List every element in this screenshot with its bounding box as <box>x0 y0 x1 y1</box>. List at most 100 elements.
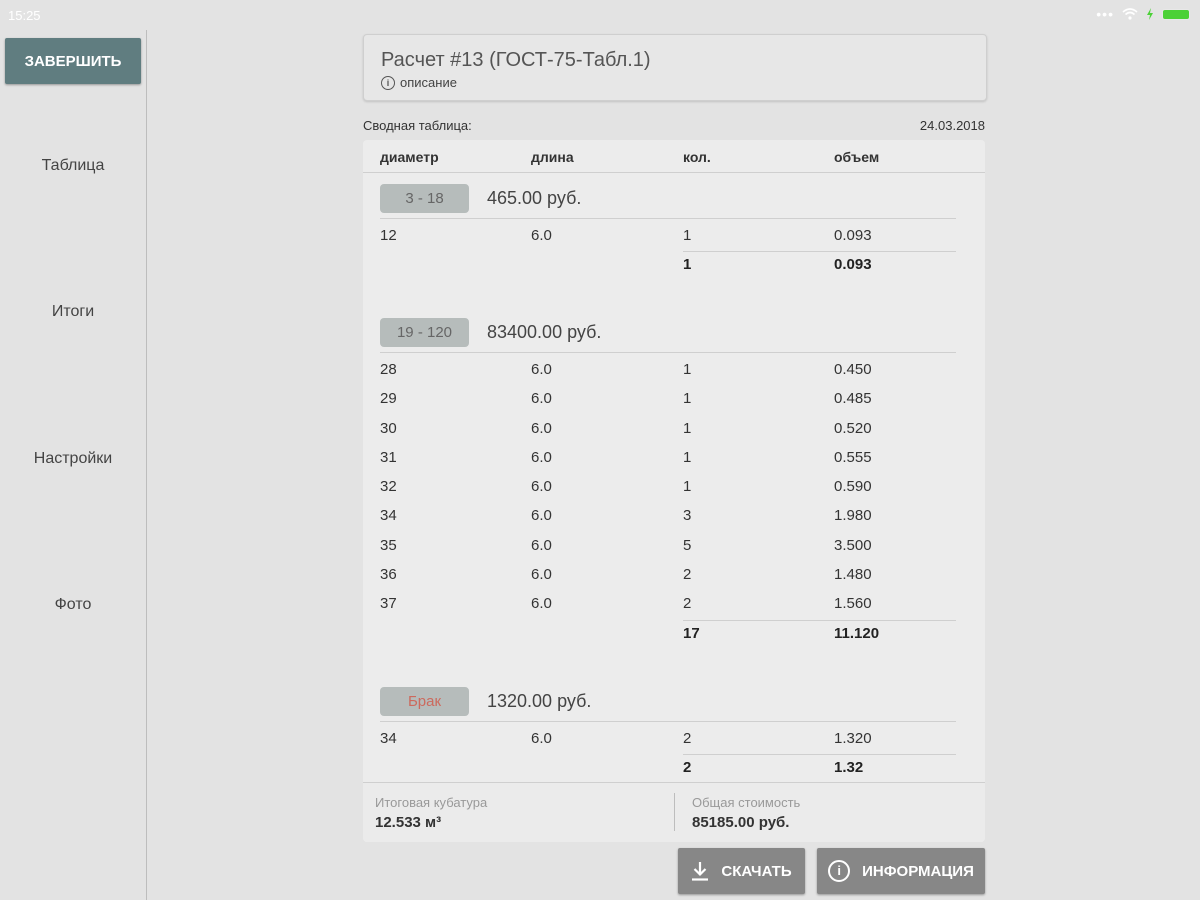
download-button[interactable]: СКАЧАТЬ <box>678 848 805 894</box>
cell-volume: 0.485 <box>834 390 872 408</box>
sidebar: ЗАВЕРШИТЬ Таблица Итоги Настройки Фото <box>0 30 147 900</box>
status-time: 15:25 <box>8 8 41 23</box>
download-icon <box>691 861 709 881</box>
cell-diameter: 36 <box>380 566 397 584</box>
cell-volume: 0.093 <box>834 227 872 244</box>
cell-length: 6.0 <box>531 478 552 496</box>
table-group: Брак 1320.00 руб. 34 6.0 2 1.320 2 1.32 <box>363 683 985 783</box>
table-row: 29 6.0 1 0.485 <box>363 385 985 414</box>
summary-table: диаметр длина кол. объем 3 - 18 465.00 ру… <box>363 140 985 842</box>
table-row: 12 6.0 1 0.093 <box>363 222 985 251</box>
calculation-header-card: Расчет #13 (ГОСТ-75-Табл.1) i описание <box>363 34 987 101</box>
charging-icon <box>1147 8 1153 20</box>
cell-volume: 1.320 <box>834 730 872 747</box>
cell-count: 1 <box>683 419 692 437</box>
cell-diameter: 37 <box>380 595 397 613</box>
cell-diameter: 31 <box>380 448 397 466</box>
group-header: 3 - 18 465.00 руб. <box>363 180 985 222</box>
summary-label: Сводная таблица: <box>363 118 472 133</box>
total-volume: 1.32 <box>834 759 864 777</box>
cell-count: 2 <box>683 730 692 747</box>
summary-date: 24.03.2018 <box>919 118 985 133</box>
total-count: 1 <box>683 256 692 274</box>
cell-volume: 0.590 <box>834 478 872 496</box>
cell-count: 1 <box>683 361 692 378</box>
sidebar-item-settings[interactable]: Настройки <box>0 450 146 468</box>
cell-diameter: 32 <box>380 478 397 496</box>
wifi-icon <box>1122 8 1138 20</box>
cell-count: 1 <box>683 227 692 244</box>
group-separator <box>380 721 956 722</box>
more-dots-icon: ••• <box>1096 6 1114 22</box>
cell-length: 6.0 <box>531 536 552 554</box>
description-link[interactable]: i описание <box>381 75 457 90</box>
cell-length: 6.0 <box>531 507 552 525</box>
cell-length: 6.0 <box>531 361 552 378</box>
group-header: Брак 1320.00 руб. <box>363 683 985 725</box>
cell-length: 6.0 <box>531 419 552 437</box>
table-row: 30 6.0 1 0.520 <box>363 415 985 444</box>
page-title: Расчет #13 (ГОСТ-75-Табл.1) <box>381 49 651 71</box>
total-volume-block: Итоговая кубатура 12.533 м³ <box>375 795 487 831</box>
group-totals-row: 2 1.32 <box>363 754 985 783</box>
group-separator <box>380 218 956 219</box>
totals-footer: Итоговая кубатура 12.533 м³ Общая стоимо… <box>363 782 985 842</box>
diameter-range-chip: 19 - 120 <box>380 318 469 347</box>
cell-count: 1 <box>683 390 692 408</box>
status-bar: 15:25 ••• <box>0 0 1200 30</box>
cell-count: 2 <box>683 566 692 584</box>
total-volume: 0.093 <box>834 256 872 274</box>
cell-length: 6.0 <box>531 730 552 747</box>
cell-volume: 1.480 <box>834 566 872 584</box>
table-row: 28 6.0 1 0.450 <box>363 356 985 385</box>
total-cost-label: Общая стоимость <box>692 795 801 810</box>
cell-volume: 3.500 <box>834 536 872 554</box>
sidebar-item-totals[interactable]: Итоги <box>0 303 146 321</box>
column-header-volume: объем <box>834 149 880 165</box>
table-row: 36 6.0 2 1.480 <box>363 561 985 590</box>
battery-icon <box>1162 8 1190 20</box>
total-cost-value: 85185.00 руб. <box>692 814 790 831</box>
total-volume: 11.120 <box>834 624 880 642</box>
cell-diameter: 34 <box>380 507 397 525</box>
total-count: 2 <box>683 759 692 777</box>
sidebar-item-photo[interactable]: Фото <box>0 596 146 614</box>
footer-divider <box>674 793 675 831</box>
total-cost-block: Общая стоимость 85185.00 руб. <box>692 795 800 831</box>
cell-length: 6.0 <box>531 566 552 584</box>
totals-separator <box>683 754 956 756</box>
cell-diameter: 35 <box>380 536 397 554</box>
cell-count: 3 <box>683 507 692 525</box>
cell-diameter: 28 <box>380 361 397 378</box>
cell-length: 6.0 <box>531 595 552 613</box>
description-label: описание <box>400 75 457 90</box>
table-row: 35 6.0 5 3.500 <box>363 532 985 561</box>
information-label: ИНФОРМАЦИЯ <box>862 862 974 880</box>
table-group: 3 - 18 465.00 руб. 12 6.0 1 0.093 1 0.093 <box>363 180 985 280</box>
cell-length: 6.0 <box>531 227 552 244</box>
cell-count: 5 <box>683 536 692 554</box>
total-count: 17 <box>683 624 700 642</box>
cell-volume: 0.450 <box>834 361 872 378</box>
download-label: СКАЧАТЬ <box>721 862 792 880</box>
total-volume-value: 12.533 м³ <box>375 814 442 831</box>
cell-volume: 1.980 <box>834 507 872 525</box>
information-button[interactable]: i ИНФОРМАЦИЯ <box>817 848 985 894</box>
table-header: диаметр длина кол. объем <box>363 140 985 173</box>
cell-diameter: 34 <box>380 730 397 747</box>
cell-count: 1 <box>683 448 692 466</box>
group-separator <box>380 352 956 353</box>
group-totals-row: 17 11.120 <box>363 619 985 649</box>
table-row: 31 6.0 1 0.555 <box>363 444 985 473</box>
table-row: 32 6.0 1 0.590 <box>363 473 985 502</box>
total-volume-label: Итоговая кубатура <box>375 795 488 810</box>
totals-separator <box>683 619 956 621</box>
cell-length: 6.0 <box>531 448 552 466</box>
finish-button[interactable]: ЗАВЕРШИТЬ <box>5 38 141 84</box>
status-icons: ••• <box>1096 6 1190 22</box>
column-header-count: кол. <box>683 149 711 165</box>
sidebar-item-table[interactable]: Таблица <box>0 157 146 175</box>
cell-count: 1 <box>683 478 692 496</box>
info-icon: i <box>381 75 395 90</box>
cell-diameter: 12 <box>380 227 397 244</box>
